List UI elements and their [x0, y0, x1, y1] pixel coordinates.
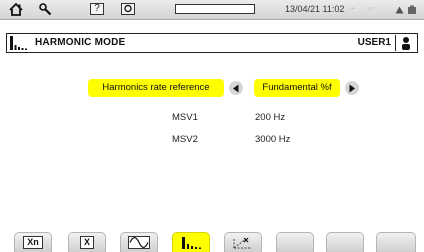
- battery-icon: [406, 2, 418, 17]
- status-bar: ? 13/04/21 11:02 ⌁ ▫◦: [0, 0, 424, 20]
- previous-value-button[interactable]: [229, 81, 243, 95]
- network-icon: ▫◦: [368, 3, 375, 13]
- user-icon[interactable]: [395, 35, 416, 51]
- mode-title-bar: HARMONIC MODE USER1: [6, 33, 418, 53]
- msv1-value[interactable]: 200 Hz: [255, 112, 285, 123]
- tab-empty-8[interactable]: [376, 232, 416, 252]
- signal-icon: ⌁: [350, 3, 356, 13]
- next-value-button[interactable]: [345, 81, 359, 95]
- tab-waveform[interactable]: [120, 232, 158, 252]
- memory-progress-bar: [175, 4, 255, 14]
- datetime: 13/04/21 11:02: [285, 4, 345, 14]
- msv1-label: MSV1: [172, 112, 198, 123]
- camera-icon[interactable]: [121, 3, 135, 15]
- warning-icon: [394, 2, 404, 17]
- msv2-value[interactable]: 3000 Hz: [255, 134, 290, 145]
- tab-empty-6[interactable]: [276, 232, 314, 252]
- user-name: USER1: [357, 37, 391, 48]
- function-tab-bar: Xn X: [0, 228, 424, 252]
- help-button[interactable]: ?: [90, 3, 104, 15]
- harmonic-bars-icon: [9, 35, 31, 51]
- msv2-label: MSV2: [172, 134, 198, 145]
- harmonic-bars-icon: [182, 236, 201, 249]
- tab-vector-diagram[interactable]: [224, 232, 262, 252]
- tab-x[interactable]: X: [68, 232, 106, 252]
- arrow-right-icon: [349, 84, 355, 92]
- arrow-left-icon: [233, 84, 239, 92]
- xn-icon: Xn: [23, 236, 43, 249]
- tab-harmonics[interactable]: [172, 232, 210, 252]
- page-title: HARMONIC MODE: [35, 37, 126, 48]
- instrument-screen: ? 13/04/21 11:02 ⌁ ▫◦ HARMONIC MODE USER…: [0, 0, 424, 252]
- wrench-icon[interactable]: [38, 2, 52, 17]
- x-icon: X: [79, 236, 94, 249]
- tab-empty-7[interactable]: [326, 232, 364, 252]
- tab-xn[interactable]: Xn: [14, 232, 52, 252]
- waveform-icon: [128, 236, 150, 249]
- harmonics-rate-reference-label: Harmonics rate reference: [88, 79, 224, 97]
- harmonics-rate-reference-value[interactable]: Fundamental %f: [254, 79, 340, 97]
- home-icon[interactable]: [8, 2, 24, 17]
- vector-diagram-icon: [233, 237, 252, 248]
